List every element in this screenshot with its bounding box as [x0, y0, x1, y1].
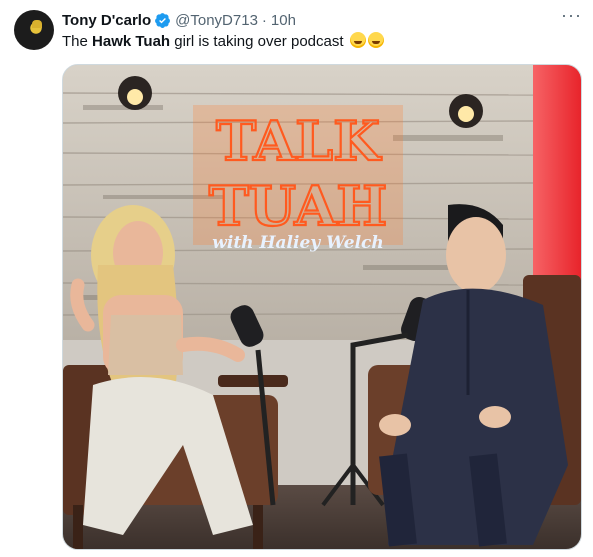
timestamp[interactable]: 10h — [271, 12, 296, 29]
tweet-text-bold: Hawk Tuah — [92, 33, 171, 50]
author-name[interactable]: Tony D'carlo — [62, 12, 151, 29]
tweet-header: Tony D'carlo @TonyD713 · 10h — [62, 10, 296, 30]
more-options-icon[interactable]: ··· — [561, 6, 581, 28]
laughing-emoji-icon — [367, 32, 384, 48]
wall-lamp-right — [449, 94, 483, 128]
author-handle[interactable]: @TonyD713 — [175, 12, 258, 29]
wall-lamp-left — [118, 76, 152, 110]
tweet-text-part: The — [62, 33, 93, 50]
neon-sign-line2: TUAH — [209, 174, 388, 238]
tweet[interactable]: Tony D'carlo @TonyD713 · 10h ··· The Haw… — [0, 0, 593, 557]
podcast-photo: TALK TUAH with Haliey Welch — [63, 65, 581, 549]
neon-sign-line1: TALK — [216, 109, 382, 173]
tweet-image[interactable]: TALK TUAH with Haliey Welch — [62, 64, 582, 550]
neon-sign-script: with Haliey Welch — [212, 233, 384, 253]
separator: · — [261, 11, 267, 29]
tweet-text: The Hawk Tuah girl is taking over podcas… — [62, 32, 384, 52]
laughing-emoji-icon — [349, 32, 366, 48]
tweet-text-part: girl is taking over podcast — [170, 33, 344, 50]
avatar[interactable] — [14, 10, 54, 50]
verified-badge-icon — [155, 12, 171, 28]
